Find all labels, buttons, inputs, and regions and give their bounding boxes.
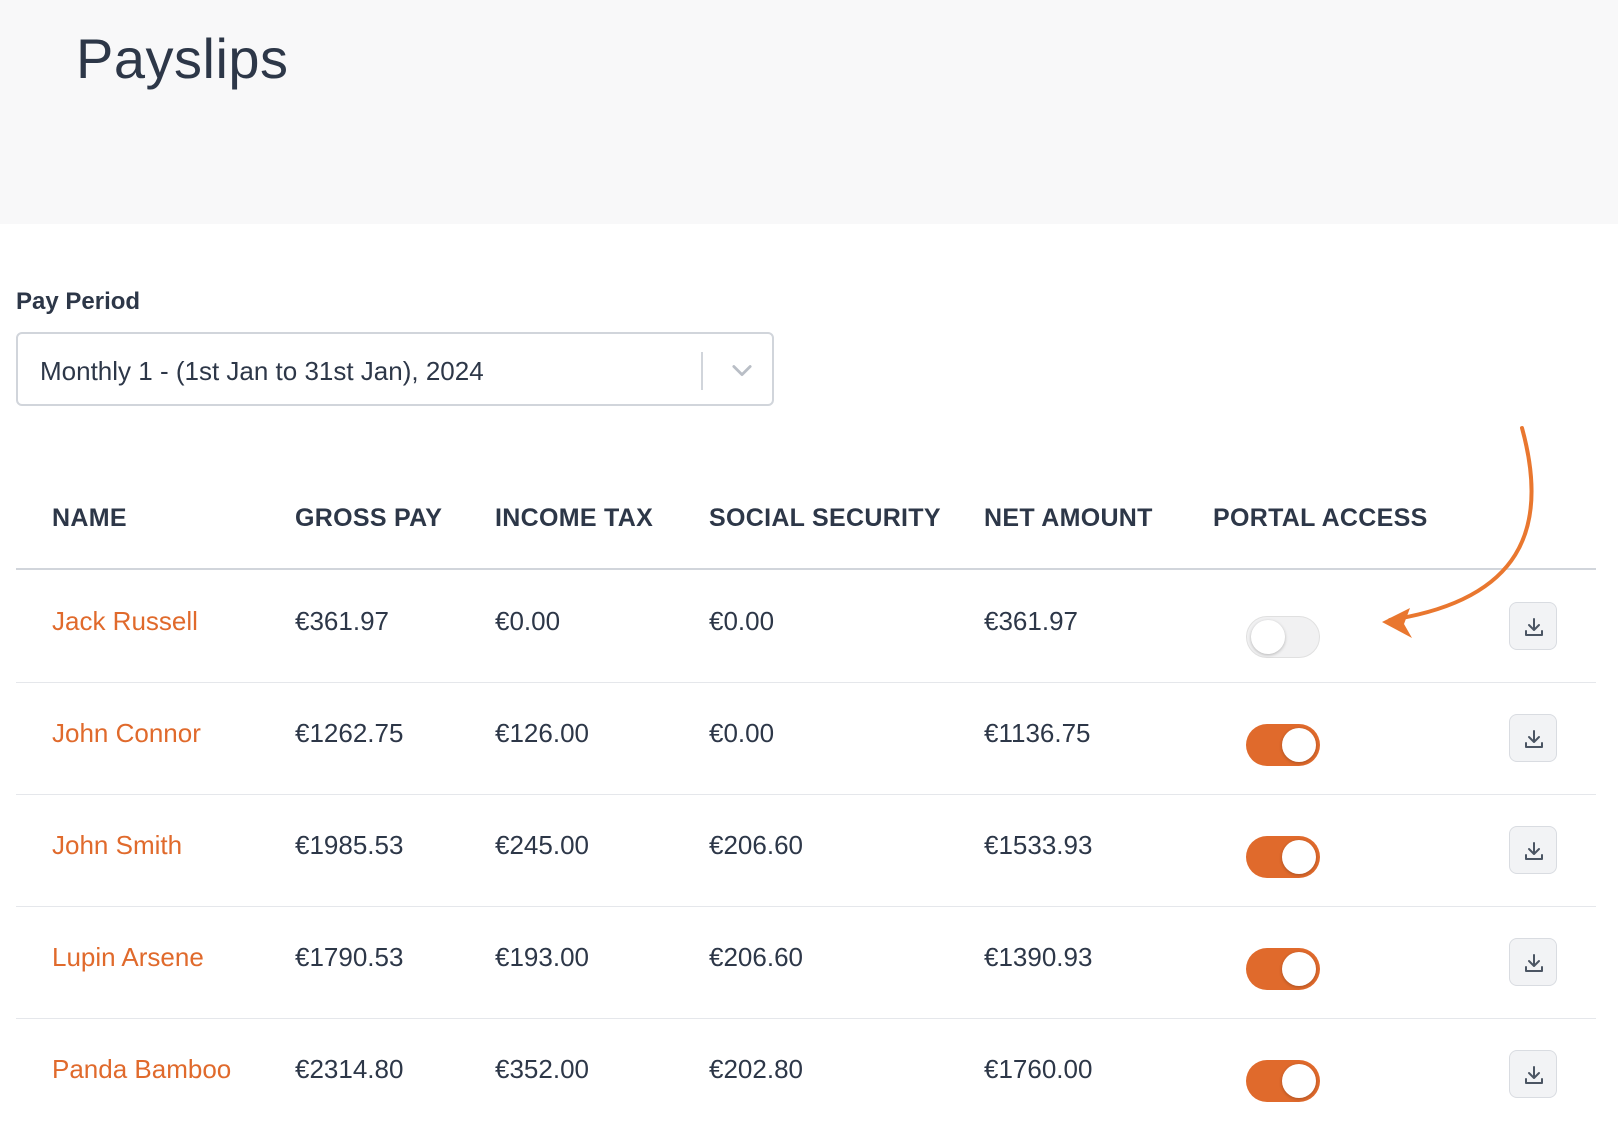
social-security-value: €206.60 (709, 830, 803, 860)
chevron-down-icon[interactable] (728, 356, 756, 384)
employee-name-link[interactable]: John Smith (52, 830, 182, 861)
gross-pay-value: €1790.53 (295, 942, 404, 972)
column-header-net-amount: NET AMOUNT (984, 504, 1153, 532)
income-tax-value: €352.00 (495, 1054, 589, 1084)
pay-period-label: Pay Period (16, 288, 141, 315)
income-tax-value: €126.00 (495, 718, 589, 748)
employee-name-link[interactable]: John Connor (52, 718, 201, 749)
income-tax-value: €0.00 (495, 606, 561, 636)
toggle-knob (1282, 840, 1316, 874)
table-row: John Smith €1985.53 €245.00 €206.60 €153… (16, 794, 1596, 907)
gross-pay-value: €361.97 (295, 606, 389, 636)
table-row: Lupin Arsene €1790.53 €193.00 €206.60 €1… (16, 906, 1596, 1019)
column-header-income-tax: INCOME TAX (495, 504, 654, 532)
employee-name-link[interactable]: Panda Bamboo (52, 1054, 231, 1085)
table-row: John Connor €1262.75 €126.00 €0.00 €1136… (16, 682, 1596, 795)
table-row: Jack Russell €361.97 €0.00 €0.00 €361.97 (16, 570, 1596, 683)
page-header: Payslips (0, 0, 1618, 224)
download-payslip-button[interactable] (1509, 714, 1557, 762)
social-security-value: €206.60 (709, 942, 803, 972)
table-row: Panda Bamboo €2314.80 €352.00 €202.80 €1… (16, 1018, 1596, 1130)
curved-arrow-icon (1382, 426, 1534, 638)
net-amount-value: €1390.93 (984, 942, 1093, 972)
social-security-value: €0.00 (709, 606, 775, 636)
net-amount-value: €1760.00 (984, 1054, 1093, 1084)
column-header-name: NAME (52, 504, 127, 532)
portal-access-toggle[interactable] (1246, 724, 1320, 766)
toggle-knob (1282, 728, 1316, 762)
download-icon (1525, 1066, 1543, 1084)
employee-name-link[interactable]: Jack Russell (52, 606, 198, 637)
gross-pay-value: €1985.53 (295, 830, 404, 860)
portal-access-toggle[interactable] (1246, 836, 1320, 878)
pay-period-selected-value: Monthly 1 - (1st Jan to 31st Jan), 2024 (40, 356, 484, 386)
select-divider (701, 352, 703, 390)
income-tax-value: €193.00 (495, 942, 589, 972)
portal-access-toggle[interactable] (1246, 1060, 1320, 1102)
income-tax-value: €245.00 (495, 830, 589, 860)
gross-pay-value: €2314.80 (295, 1054, 404, 1084)
gross-pay-value: €1262.75 (295, 718, 404, 748)
social-security-value: €202.80 (709, 1054, 803, 1084)
net-amount-value: €1136.75 (984, 718, 1091, 748)
pay-period-select[interactable]: Monthly 1 - (1st Jan to 31st Jan), 2024 (16, 332, 774, 406)
download-payslip-button[interactable] (1509, 938, 1557, 986)
download-icon (1525, 842, 1543, 860)
net-amount-value: €1533.93 (984, 830, 1093, 860)
page-title: Payslips (76, 27, 289, 90)
column-header-gross-pay: GROSS PAY (295, 504, 443, 532)
portal-access-toggle[interactable] (1246, 948, 1320, 990)
download-payslip-button[interactable] (1509, 1050, 1557, 1098)
toggle-knob (1282, 952, 1316, 986)
social-security-value: €0.00 (709, 718, 775, 748)
download-icon (1525, 730, 1543, 748)
portal-access-toggle[interactable] (1246, 616, 1320, 658)
toggle-knob (1282, 1064, 1316, 1098)
column-header-social-security: SOCIAL SECURITY (709, 504, 941, 532)
download-icon (1525, 954, 1543, 972)
net-amount-value: €361.97 (984, 606, 1078, 636)
employee-name-link[interactable]: Lupin Arsene (52, 942, 204, 973)
download-payslip-button[interactable] (1509, 826, 1557, 874)
toggle-knob (1251, 620, 1285, 654)
